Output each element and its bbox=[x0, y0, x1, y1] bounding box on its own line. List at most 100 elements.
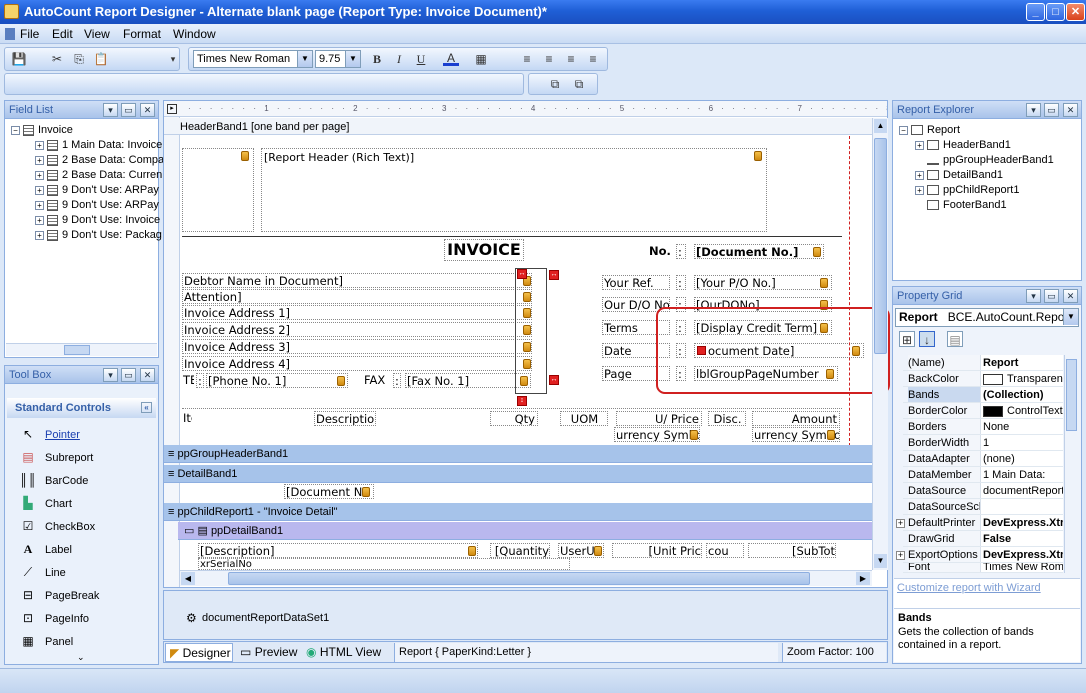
col-uprice-header[interactable]: U/ Price bbox=[616, 411, 702, 426]
prop-row-borderwidth[interactable]: BorderWidth 1 bbox=[903, 435, 1063, 451]
currency-symbol-field[interactable]: urrency Symbo bbox=[614, 427, 700, 442]
col-disc-header[interactable]: Disc. bbox=[708, 411, 746, 426]
font-size-combo[interactable]: 9.75 ▼ bbox=[315, 50, 361, 68]
align-left-icon[interactable]: ≡ bbox=[519, 51, 535, 67]
menu-window[interactable]: Window bbox=[173, 27, 216, 41]
prop-row-exportoptions[interactable]: ExportOptions DevExpress.Xtr bbox=[903, 547, 1063, 563]
prop-row-bands[interactable]: Bands (Collection) bbox=[903, 387, 1063, 403]
pin-icon[interactable]: ▭ bbox=[121, 103, 136, 117]
italic-button[interactable]: I bbox=[391, 51, 407, 67]
scroll-up-icon[interactable]: ▲ bbox=[874, 119, 887, 133]
header-band-title[interactable]: HeaderBand1 [one band per page] bbox=[164, 118, 872, 135]
paste-icon[interactable]: 📋 bbox=[93, 51, 109, 67]
prop-row-bordercolor[interactable]: BorderColor ControlText bbox=[903, 403, 1063, 419]
fax-field[interactable]: [Fax No. 1] bbox=[405, 373, 531, 388]
resize-handle-icon[interactable]: ↕ bbox=[517, 396, 527, 406]
phone-field[interactable]: [Phone No. 1] bbox=[206, 373, 348, 388]
doc-no-label[interactable]: No. bbox=[648, 244, 674, 259]
expand-icon[interactable]: + bbox=[915, 140, 924, 150]
expand-icon[interactable]: + bbox=[35, 215, 44, 225]
expand-icon[interactable]: + bbox=[915, 170, 924, 180]
address1-field[interactable]: Invoice Address 1] bbox=[182, 305, 532, 320]
tool-label[interactable]: A Label bbox=[19, 540, 72, 558]
tel-label[interactable]: TEL bbox=[182, 373, 194, 388]
expand-icon[interactable]: + bbox=[896, 551, 905, 560]
menu-edit[interactable]: Edit bbox=[52, 27, 73, 41]
copy-icon[interactable]: ⎘ bbox=[71, 51, 87, 67]
explorer-item[interactable]: + DetailBand1 bbox=[915, 168, 1003, 183]
designer-vscrollbar[interactable]: ▲ ▼ bbox=[872, 118, 888, 570]
explorer-item[interactable]: FooterBand1 bbox=[927, 198, 1007, 213]
designer-hscrollbar[interactable]: ◀ ▶ bbox=[180, 570, 872, 586]
field-list-hscrollbar[interactable] bbox=[6, 343, 157, 356]
your-ref-label[interactable]: Your Ref. bbox=[602, 275, 670, 290]
address3-field[interactable]: Invoice Address 3] bbox=[182, 339, 532, 354]
expand-icon[interactable]: + bbox=[896, 519, 905, 528]
close-icon[interactable]: ✕ bbox=[1063, 289, 1078, 303]
col-amount-header[interactable]: Amount bbox=[752, 411, 840, 426]
send-back-icon[interactable]: ⧉ bbox=[571, 76, 587, 92]
explorer-item[interactable]: + HeaderBand1 bbox=[915, 138, 1011, 153]
scroll-thumb[interactable] bbox=[1066, 359, 1077, 431]
field-list-item[interactable]: +9 Don't Use: ARPay bbox=[35, 198, 159, 213]
field-list-item[interactable]: +1 Main Data: Invoice bbox=[35, 138, 162, 153]
expand-icon[interactable]: + bbox=[35, 230, 44, 240]
pin-icon[interactable]: ▭ bbox=[1044, 103, 1059, 117]
prop-row-borders[interactable]: Borders None bbox=[903, 419, 1063, 435]
close-button[interactable]: ✕ bbox=[1066, 3, 1085, 21]
col-qty-header[interactable]: Qty bbox=[490, 411, 538, 426]
expand-icon[interactable]: + bbox=[35, 155, 44, 165]
child-report-band[interactable]: ≡ ppChildReport1 - "Invoice Detail" bbox=[164, 503, 872, 521]
field-list-item[interactable]: +9 Don't Use: ARPay bbox=[35, 183, 159, 198]
tab-html-view[interactable]: ◉ HTML View bbox=[302, 643, 381, 662]
detail-discount-field[interactable]: cou bbox=[706, 543, 744, 558]
underline-button[interactable]: U bbox=[413, 51, 429, 67]
resize-handle-icon[interactable]: ↔ bbox=[549, 375, 559, 385]
doc-no-field[interactable]: [Document No.] bbox=[694, 244, 824, 259]
property-pages-icon[interactable]: ▤ bbox=[947, 331, 963, 347]
close-icon[interactable]: ✕ bbox=[140, 103, 155, 117]
colon-label[interactable]: : bbox=[676, 244, 686, 259]
collapse-icon[interactable]: « bbox=[141, 402, 152, 413]
bold-button[interactable]: B bbox=[369, 51, 385, 67]
collapse-icon[interactable]: − bbox=[899, 125, 908, 135]
detail-description-field[interactable]: [Description] bbox=[198, 543, 478, 558]
col-item-header[interactable]: Item bbox=[182, 411, 192, 426]
expand-icon[interactable]: + bbox=[35, 170, 44, 180]
dropdown-icon[interactable]: ▾ bbox=[103, 368, 118, 382]
address4-field[interactable]: Invoice Address 4] bbox=[182, 356, 532, 371]
field-list-root[interactable]: − Invoice bbox=[11, 123, 73, 138]
standard-controls-header[interactable]: Standard Controls « bbox=[7, 398, 156, 418]
prop-row-drawgrid[interactable]: DrawGrid False bbox=[903, 531, 1063, 547]
zoom-factor[interactable]: Zoom Factor: 100 bbox=[782, 643, 886, 662]
expand-icon[interactable]: + bbox=[35, 140, 44, 150]
pp-detail-band[interactable]: ▭ ▤ ppDetailBand1 bbox=[178, 522, 872, 540]
address2-field[interactable]: Invoice Address 2] bbox=[182, 322, 532, 337]
tool-pagebreak[interactable]: ⊟ PageBreak bbox=[19, 586, 99, 604]
toolbar-overflow-icon[interactable]: ▾ bbox=[165, 51, 181, 67]
invoice-title[interactable]: INVOICE bbox=[444, 239, 524, 261]
field-list-item[interactable]: +9 Don't Use: Packag bbox=[35, 228, 162, 243]
detail-subtotal-field[interactable]: [SubTot bbox=[748, 543, 836, 558]
categorized-icon[interactable]: ⊞ bbox=[899, 331, 915, 347]
tool-chart[interactable]: ▙ Chart bbox=[19, 494, 72, 512]
field-list-item[interactable]: +2 Base Data: Compa bbox=[35, 153, 164, 168]
debtor-name-field[interactable]: Debtor Name in Document] bbox=[182, 273, 532, 288]
property-grid-vscrollbar[interactable] bbox=[1064, 355, 1078, 573]
pin-icon[interactable]: ▭ bbox=[1044, 289, 1059, 303]
ruler-corner-icon[interactable]: ▸ bbox=[167, 104, 177, 114]
object-selector[interactable]: Report BCE.AutoCount.Report ▼ bbox=[895, 308, 1079, 327]
expand-icon[interactable]: + bbox=[915, 185, 924, 195]
scroll-down-icon[interactable]: ▼ bbox=[874, 554, 887, 568]
tab-designer[interactable]: ◤ Designer bbox=[165, 643, 233, 662]
alphabetical-icon[interactable]: ↓ bbox=[919, 331, 935, 347]
expand-icon[interactable]: + bbox=[35, 200, 44, 210]
tool-pageinfo[interactable]: ⊡ PageInfo bbox=[19, 609, 89, 627]
resize-handle-icon[interactable]: ↔ bbox=[517, 269, 527, 279]
detail-band[interactable]: ≡ DetailBand1 bbox=[164, 465, 872, 483]
scroll-right-icon[interactable]: ▶ bbox=[856, 572, 870, 585]
col-desc-header[interactable]: Description bbox=[314, 411, 376, 426]
prop-row-datasource[interactable]: DataSourcedocumentReportD bbox=[903, 483, 1063, 499]
detail-unit-price-field[interactable]: [Unit Pric bbox=[612, 543, 702, 558]
field-list-item[interactable]: +2 Base Data: Curren bbox=[35, 168, 162, 183]
